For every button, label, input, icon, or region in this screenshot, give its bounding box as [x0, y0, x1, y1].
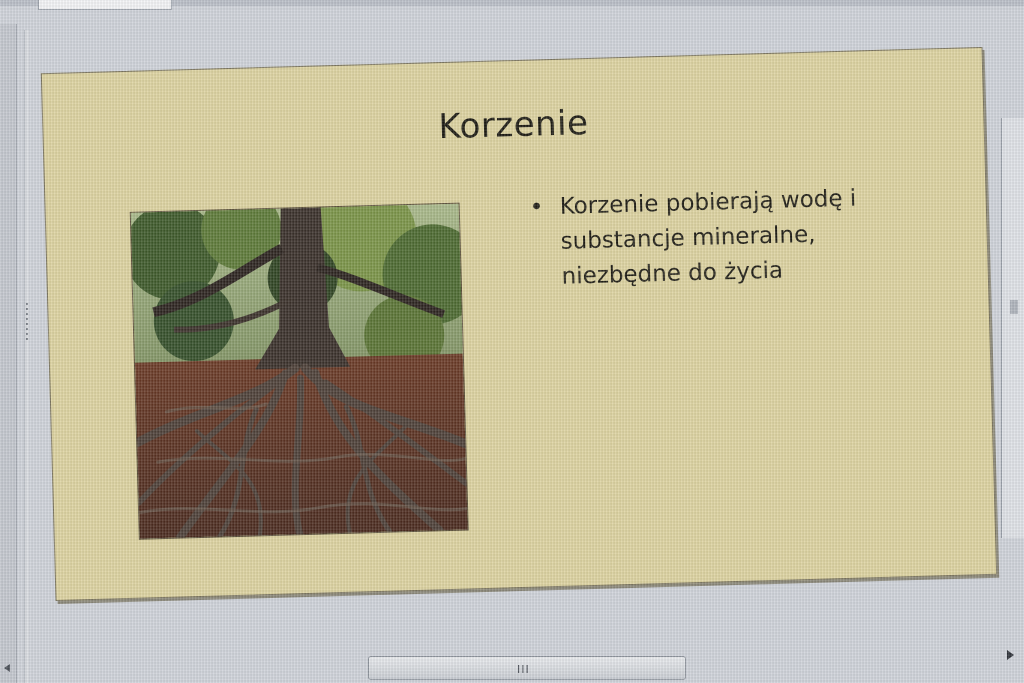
tree-roots-image[interactable]	[129, 202, 469, 540]
scroll-left-arrow-icon[interactable]	[4, 664, 10, 672]
slide-title[interactable]: Korzenie	[43, 92, 984, 158]
scroll-right-arrow-icon[interactable]	[1007, 650, 1014, 660]
panel-splitter[interactable]	[24, 30, 29, 683]
slides-panel[interactable]	[0, 24, 17, 683]
bullet-dot-icon: •	[529, 194, 544, 221]
horizontal-scrollbar-thumb[interactable]: III	[368, 656, 686, 680]
right-panel[interactable]	[1001, 118, 1024, 538]
splitter-grip-icon[interactable]	[26, 300, 28, 340]
top-tab[interactable]	[38, 0, 172, 10]
bullet-item[interactable]: • Korzenie pobierają wodę i substancje m…	[525, 181, 888, 296]
slide-canvas[interactable]: Korzenie • Korzenie pobierają wodę i sub…	[40, 46, 998, 602]
bullet-text[interactable]: Korzenie pobierają wodę i substancje min…	[559, 186, 856, 290]
scroll-grip-icon: III	[517, 663, 530, 676]
bullet-list: • Korzenie pobierają wodę i substancje m…	[525, 181, 888, 296]
panel-handle-icon[interactable]	[1010, 300, 1018, 314]
